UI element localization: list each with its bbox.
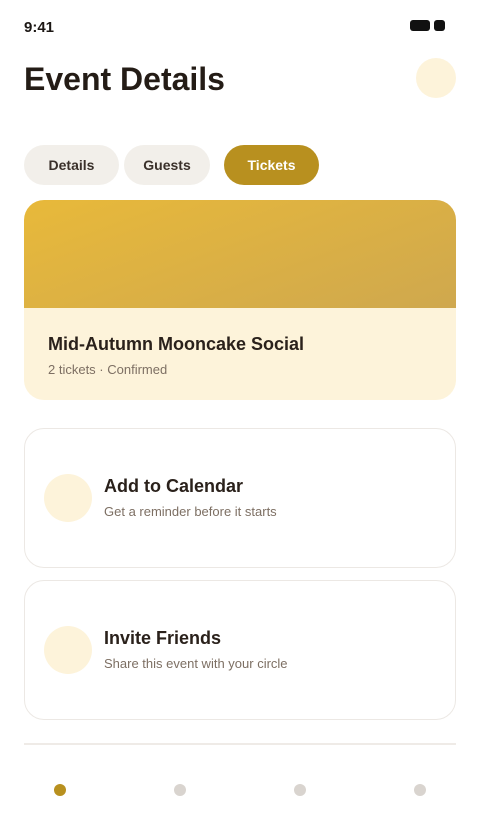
tab-guests[interactable]: Guests xyxy=(124,145,210,185)
nav-home[interactable] xyxy=(54,784,66,796)
bottom-divider xyxy=(24,743,456,745)
action-title: Invite Friends xyxy=(104,628,222,648)
action-subtitle: Share this event with your circle xyxy=(104,656,288,671)
ticket-banner xyxy=(24,200,456,308)
invite-friends-card[interactable]: Invite Friends Share this event with you… xyxy=(24,580,456,720)
nav-explore[interactable] xyxy=(174,784,186,796)
status-time: 9:41 xyxy=(24,19,55,36)
nav-saved[interactable] xyxy=(294,784,306,796)
avatar[interactable] xyxy=(416,58,456,98)
battery-icon xyxy=(434,20,445,31)
calendar-icon xyxy=(44,474,92,522)
ticket-title: Mid-Autumn Mooncake Social xyxy=(48,334,305,354)
ticket-card[interactable]: Mid-Autumn Mooncake Social 2 tickets · C… xyxy=(24,200,456,400)
action-subtitle: Get a reminder before it starts xyxy=(104,504,277,519)
page-title: Event Details xyxy=(24,61,225,97)
ticket-meta: 2 tickets · Confirmed xyxy=(48,362,168,377)
invite-icon xyxy=(44,626,92,674)
bottom-nav xyxy=(0,760,480,820)
tab-tickets[interactable]: Tickets xyxy=(224,145,319,185)
status-bar: 9:41 xyxy=(0,0,480,50)
tab-details[interactable]: Details xyxy=(24,145,119,185)
add-to-calendar-card[interactable]: Add to Calendar Get a reminder before it… xyxy=(24,428,456,568)
signal-icon xyxy=(410,20,430,31)
ticket-body: Mid-Autumn Mooncake Social 2 tickets · C… xyxy=(24,308,456,400)
action-title: Add to Calendar xyxy=(104,476,244,496)
status-icons xyxy=(410,20,445,31)
nav-profile[interactable] xyxy=(414,784,426,796)
